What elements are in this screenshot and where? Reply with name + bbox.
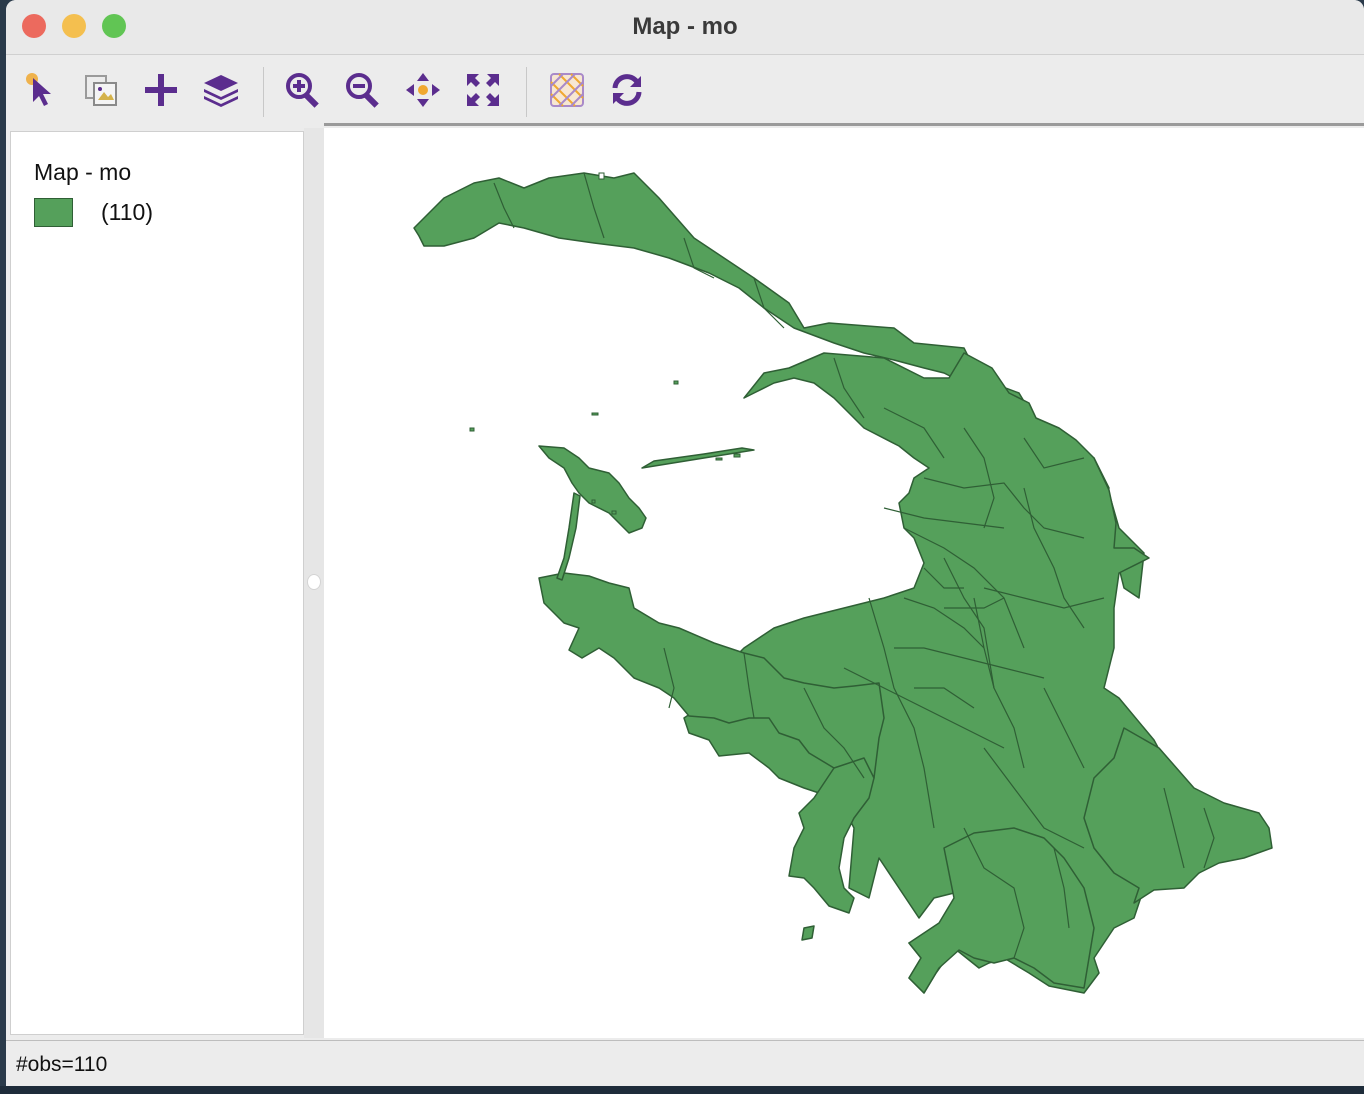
map-theme-button[interactable] bbox=[546, 69, 588, 111]
add-layer-icon bbox=[145, 74, 177, 106]
legend-color-swatch[interactable] bbox=[34, 198, 73, 227]
map-region-dam-south bbox=[556, 492, 581, 581]
fit-extent-button[interactable] bbox=[462, 69, 504, 111]
pan-icon bbox=[406, 73, 440, 107]
legend-item-label: (110) bbox=[101, 199, 153, 225]
title-bar: Map - mo bbox=[6, 0, 1364, 55]
select-tool-button[interactable] bbox=[20, 69, 62, 111]
window-title: Map - mo bbox=[632, 13, 738, 40]
zoom-out-button[interactable] bbox=[342, 69, 384, 111]
map-canvas[interactable] bbox=[324, 128, 1364, 1038]
map-region-kronstadt bbox=[538, 445, 647, 534]
map-window: Map - mo Map - mo (110) #obs=110 bbox=[6, 0, 1364, 1086]
map-theme-icon bbox=[550, 73, 584, 107]
add-layer-button[interactable] bbox=[140, 69, 182, 111]
splitter-handle[interactable] bbox=[307, 574, 321, 590]
panel-splitter[interactable] bbox=[304, 128, 324, 1038]
layers-icon bbox=[204, 75, 238, 107]
legend-panel[interactable]: Map - mo (110) bbox=[10, 131, 304, 1035]
zoom-in-icon bbox=[286, 73, 319, 108]
layers-button[interactable] bbox=[200, 69, 242, 111]
canvas-top-border bbox=[324, 123, 1364, 126]
status-bar: #obs=110 bbox=[6, 1040, 1364, 1086]
desktop-background bbox=[0, 1086, 1364, 1094]
pan-button[interactable] bbox=[402, 69, 444, 111]
toolbar bbox=[6, 55, 1364, 123]
zoom-in-button[interactable] bbox=[282, 69, 324, 111]
copy-image-icon bbox=[85, 75, 117, 106]
copy-image-button[interactable] bbox=[80, 69, 122, 111]
map-region-islet bbox=[801, 925, 815, 941]
map-region-dam bbox=[641, 447, 755, 469]
zoom-out-icon bbox=[346, 73, 379, 108]
legend-title: Map - mo bbox=[34, 159, 132, 185]
fit-extent-icon bbox=[467, 74, 499, 106]
map-svg bbox=[413, 172, 1273, 994]
select-pointer-icon bbox=[26, 73, 51, 106]
map-polygons[interactable] bbox=[413, 172, 1273, 994]
observation-count: #obs=110 bbox=[16, 1053, 108, 1076]
refresh-icon bbox=[612, 74, 642, 106]
refresh-button[interactable] bbox=[606, 69, 648, 111]
toolbar-separator bbox=[526, 67, 527, 117]
toolbar-separator bbox=[263, 67, 264, 117]
